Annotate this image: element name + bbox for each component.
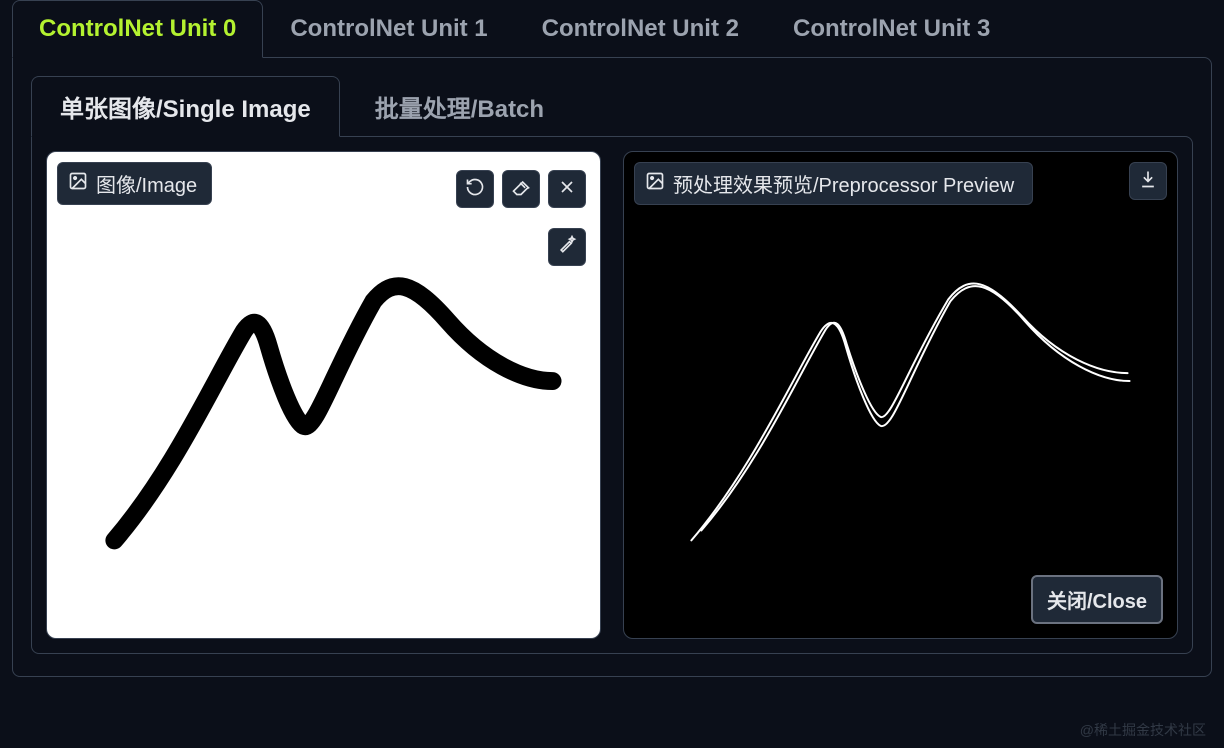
close-preview-button[interactable]: 关闭/Close xyxy=(1031,575,1163,624)
tab-single-image[interactable]: 单张图像/Single Image xyxy=(31,76,340,137)
preview-toolbar xyxy=(1129,162,1167,200)
image-panels: 图像/Image xyxy=(31,136,1193,654)
controlnet-unit-tabs: ControlNet Unit 0 ControlNet Unit 1 Cont… xyxy=(0,0,1224,58)
tab-controlnet-unit-3[interactable]: ControlNet Unit 3 xyxy=(766,0,1017,58)
close-icon xyxy=(557,177,577,202)
tab-controlnet-unit-2[interactable]: ControlNet Unit 2 xyxy=(515,0,766,58)
brush-settings-button[interactable] xyxy=(548,228,586,266)
eraser-icon xyxy=(511,177,531,202)
input-image-label-text: 图像/Image xyxy=(96,169,197,198)
preview-label-text: 预处理效果预览/Preprocessor Preview xyxy=(673,169,1014,198)
canvas-toolbar-secondary xyxy=(548,228,586,266)
controlnet-panel: 单张图像/Single Image 批量处理/Batch 图像/Image xyxy=(12,57,1212,677)
tab-controlnet-unit-0[interactable]: ControlNet Unit 0 xyxy=(12,0,263,58)
download-button[interactable] xyxy=(1129,162,1167,200)
watermark: @稀土掘金技术社区 xyxy=(1080,720,1206,740)
tab-batch[interactable]: 批量处理/Batch xyxy=(346,76,573,137)
undo-button[interactable] xyxy=(456,170,494,208)
undo-icon xyxy=(465,177,485,202)
preview-label: 预处理效果预览/Preprocessor Preview xyxy=(634,162,1033,205)
erase-button[interactable] xyxy=(502,170,540,208)
clear-button[interactable] xyxy=(548,170,586,208)
preprocessor-preview-canvas[interactable]: 预处理效果预览/Preprocessor Preview 关闭/Close xyxy=(623,151,1178,639)
input-sketch xyxy=(47,152,600,638)
input-image-label: 图像/Image xyxy=(57,162,212,205)
input-mode-tabs: 单张图像/Single Image 批量处理/Batch xyxy=(31,76,1193,137)
tab-controlnet-unit-1[interactable]: ControlNet Unit 1 xyxy=(263,0,514,58)
image-icon xyxy=(645,171,665,197)
download-icon xyxy=(1138,169,1158,194)
magic-wand-icon xyxy=(557,235,577,260)
image-icon xyxy=(68,171,88,197)
canvas-toolbar xyxy=(456,170,586,208)
preview-sketch xyxy=(624,152,1177,638)
input-image-canvas[interactable]: 图像/Image xyxy=(46,151,601,639)
